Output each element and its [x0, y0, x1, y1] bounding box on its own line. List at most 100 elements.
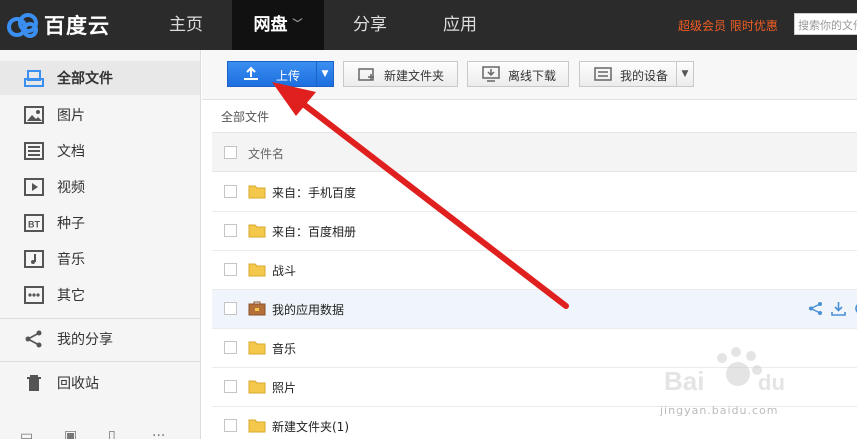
sidebar-item-my-shares[interactable]: 我的分享	[0, 322, 200, 356]
top-bar: 百度云 主页 网盘 ﹀ 分享 应用 超级会员 限时优惠 搜索你的文件	[0, 0, 857, 50]
my-devices-button[interactable]: 我的设备	[579, 61, 679, 87]
upload-icon	[244, 66, 258, 80]
search-input[interactable]: 搜索你的文件	[794, 13, 857, 35]
nav-home-label: 主页	[169, 15, 203, 35]
music-icon	[24, 249, 44, 269]
sidebar-item-videos[interactable]: 视频	[0, 170, 200, 204]
new-folder-button[interactable]: 新建文件夹	[343, 61, 458, 87]
sidebar-item-all-files[interactable]: 全部文件	[0, 61, 200, 95]
sidebar-item-recycle-bin[interactable]: 回收站	[0, 366, 200, 400]
app-folder-icon	[248, 301, 266, 316]
svg-text:BT: BT	[28, 220, 40, 230]
row-checkbox[interactable]	[224, 302, 237, 315]
vip-promo-link[interactable]: 超级会员 限时优惠	[678, 17, 778, 34]
nav-share-label: 分享	[353, 15, 387, 35]
upload-label: 上传	[276, 69, 301, 83]
file-name[interactable]: 我的应用数据	[272, 301, 344, 318]
upload-dropdown-button[interactable]: ▼	[316, 61, 334, 87]
sidebar-item-label: 文档	[57, 144, 85, 160]
file-name[interactable]: 新建文件夹(1)	[272, 418, 349, 435]
nav-home[interactable]: 主页	[140, 0, 232, 50]
cloud-logo-icon	[7, 13, 38, 38]
file-name[interactable]: 来自：手机百度	[272, 184, 356, 201]
offline-download-label: 离线下载	[508, 69, 557, 83]
sidebar-item-label: 全部文件	[57, 71, 113, 87]
sidebar-item-label: 种子	[57, 216, 85, 232]
file-row[interactable]: 战斗	[212, 251, 857, 290]
sidebar: 全部文件 图片 文档 视频 BT 种子 音乐 其它 我的分享 回收站 ▭ ▣ ▯…	[0, 50, 201, 439]
column-header-filename[interactable]: 文件名	[248, 145, 284, 162]
other-icon	[24, 285, 44, 305]
offline-download-icon	[482, 66, 500, 82]
row-checkbox[interactable]	[224, 380, 237, 393]
offline-download-button[interactable]: 离线下载	[467, 61, 569, 87]
sidebar-divider	[0, 318, 200, 319]
share-icon	[24, 329, 44, 349]
logo[interactable]: 百度云	[6, 9, 110, 41]
sidebar-item-label: 视频	[57, 180, 85, 196]
nav-netdisk[interactable]: 网盘 ﹀	[232, 0, 324, 50]
nav-share[interactable]: 分享	[324, 0, 416, 50]
phone-client-icon[interactable]: ▯	[108, 428, 126, 439]
devices-dropdown-button[interactable]: ▼	[676, 61, 694, 87]
file-row[interactable]: 来自：百度相册	[212, 212, 857, 251]
sidebar-item-music[interactable]: 音乐	[0, 242, 200, 276]
file-name[interactable]: 照片	[272, 379, 296, 396]
sidebar-item-label: 音乐	[57, 252, 85, 268]
sidebar-item-label: 其它	[57, 288, 85, 304]
pc-client-icon[interactable]: ▭	[20, 428, 38, 439]
sidebar-item-torrents[interactable]: BT 种子	[0, 206, 200, 240]
file-list-header: 文件名	[212, 132, 857, 172]
chevron-down-icon: ﹀	[292, 19, 303, 30]
sidebar-item-documents[interactable]: 文档	[0, 134, 200, 168]
file-name[interactable]: 战斗	[272, 262, 296, 279]
file-name[interactable]: 音乐	[272, 340, 296, 357]
folder-icon	[248, 185, 266, 199]
file-row[interactable]: 来自：手机百度	[212, 173, 857, 212]
svg-text:Bai: Bai	[664, 366, 704, 396]
caret-down-icon: ▼	[321, 69, 329, 79]
row-checkbox[interactable]	[224, 224, 237, 237]
row-checkbox[interactable]	[224, 263, 237, 276]
share-icon[interactable]	[808, 301, 823, 316]
sidebar-item-images[interactable]: 图片	[0, 98, 200, 132]
file-name[interactable]: 来自：百度相册	[272, 223, 356, 240]
sidebar-item-label: 图片	[57, 108, 85, 124]
folder-icon	[248, 263, 266, 277]
new-folder-label: 新建文件夹	[384, 69, 445, 83]
nav-netdisk-label: 网盘	[253, 15, 288, 35]
download-icon[interactable]	[831, 301, 846, 316]
watermark-url: jingyan.baidu.com	[660, 404, 779, 417]
folder-icon	[248, 341, 266, 355]
android-client-icon[interactable]: ▣	[64, 428, 82, 439]
file-row[interactable]: 我的应用数据	[212, 290, 857, 329]
more-clients-icon[interactable]: ···	[152, 428, 170, 439]
nav-apps[interactable]: 应用	[416, 0, 504, 50]
main-nav: 主页 网盘 ﹀ 分享 应用	[140, 0, 504, 50]
upload-button[interactable]: 上传	[227, 61, 319, 87]
caret-down-icon: ▼	[681, 69, 689, 79]
logo-text: 百度云	[44, 14, 110, 38]
new-folder-icon	[358, 68, 374, 81]
folder-icon	[248, 380, 266, 394]
my-devices-label: 我的设备	[620, 69, 669, 83]
image-icon	[24, 105, 44, 125]
device-icon	[594, 67, 612, 81]
select-all-checkbox[interactable]	[224, 146, 237, 159]
client-download-icons: ▭ ▣ ▯ ···	[20, 428, 170, 439]
sidebar-item-other[interactable]: 其它	[0, 278, 200, 312]
sidebar-item-label: 我的分享	[57, 332, 113, 348]
all-files-icon	[24, 68, 44, 88]
toolbar: 上传 ▼ 新建文件夹 离线下载 我的设备 ▼	[202, 50, 857, 100]
row-checkbox[interactable]	[224, 185, 237, 198]
trash-icon	[24, 373, 44, 393]
row-checkbox[interactable]	[224, 341, 237, 354]
video-icon	[24, 177, 44, 197]
sidebar-item-label: 回收站	[57, 376, 99, 392]
breadcrumb[interactable]: 全部文件	[221, 108, 269, 125]
svg-text:du: du	[758, 370, 785, 395]
row-checkbox[interactable]	[224, 419, 237, 432]
folder-icon	[248, 224, 266, 238]
nav-apps-label: 应用	[443, 15, 477, 35]
document-icon	[24, 141, 44, 161]
